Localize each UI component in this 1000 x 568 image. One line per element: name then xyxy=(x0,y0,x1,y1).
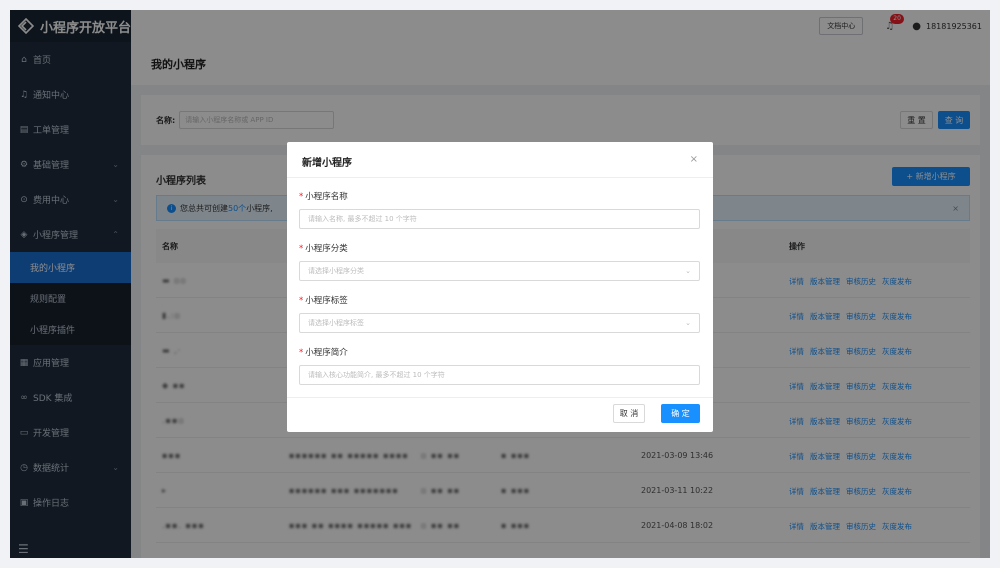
field-label-text: 小程序分类 xyxy=(305,244,348,254)
field-label-text: 小程序简介 xyxy=(305,348,348,358)
cancel-button[interactable]: 取 消 xyxy=(613,404,645,423)
divider xyxy=(287,397,713,398)
required-mark: * xyxy=(299,192,304,202)
category-select[interactable]: 请选择小程序分类 ⌄ xyxy=(299,261,700,281)
tags-select[interactable]: 请选择小程序标签 ⌄ xyxy=(299,313,700,333)
name-input[interactable]: 请输入名称, 最多不超过 10 个字符 xyxy=(299,209,700,229)
add-miniprogram-modal: 新增小程序 × * 小程序名称 请输入名称, 最多不超过 10 个字符 * 小程序分… xyxy=(287,142,713,432)
close-icon[interactable]: × xyxy=(690,154,698,165)
field-label-intro: * 小程序简介 xyxy=(299,346,348,358)
category-placeholder: 请选择小程序分类 xyxy=(308,267,364,275)
field-label-text: 小程序名称 xyxy=(305,192,348,202)
required-mark: * xyxy=(299,244,304,254)
confirm-button[interactable]: 确 定 xyxy=(661,404,700,423)
required-mark: * xyxy=(299,296,304,306)
chevron-down-icon: ⌄ xyxy=(685,267,691,275)
field-label-category: * 小程序分类 xyxy=(299,242,348,254)
divider xyxy=(287,177,713,178)
tags-placeholder: 请选择小程序标签 xyxy=(308,319,364,327)
intro-input[interactable]: 请输入核心功能简介, 最多不超过 10 个字符 xyxy=(299,365,700,385)
required-mark: * xyxy=(299,348,304,358)
modal-title: 新增小程序 xyxy=(302,158,352,169)
chevron-down-icon: ⌄ xyxy=(685,319,691,327)
field-label-text: 小程序标签 xyxy=(305,296,348,306)
field-label-tags: * 小程序标签 xyxy=(299,294,348,306)
field-label-name: * 小程序名称 xyxy=(299,190,348,202)
